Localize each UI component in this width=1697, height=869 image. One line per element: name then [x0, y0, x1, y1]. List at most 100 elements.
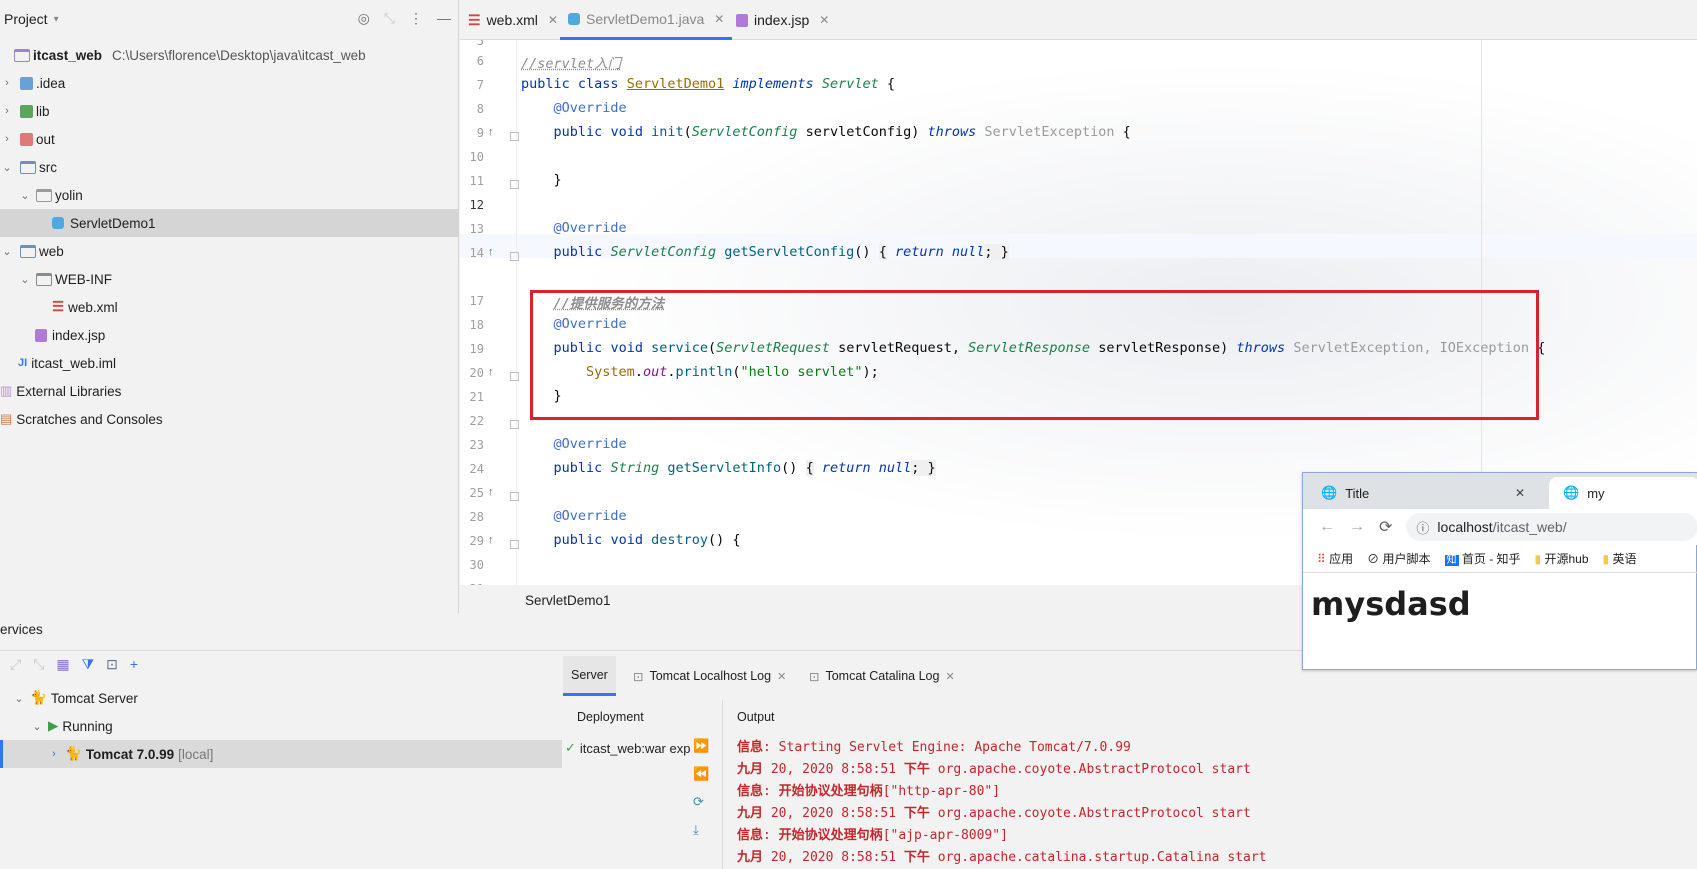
close-icon[interactable]: ✕ — [945, 670, 954, 683]
service-tomcat-server[interactable]: ⌄ 🐈 Tomcat Server — [0, 684, 562, 712]
tab-servletdemo1[interactable]: ServletDemo1.java ✕ — [560, 0, 733, 40]
service-tomcat-instance[interactable]: › 🐈 Tomcat 7.0.99 [local] — [0, 740, 562, 768]
target-icon[interactable]: ◎ — [358, 10, 370, 27]
tree-item-yolin[interactable]: ⌄ yolin — [0, 181, 459, 209]
bookmark-opensource[interactable]: ▮ 开源hub — [1535, 550, 1589, 567]
collapse-all-icon[interactable]: ⤡ — [33, 656, 44, 678]
implements-marker-icon[interactable]: ↑ — [488, 246, 494, 258]
bookmark-english[interactable]: ▮ 英语 — [1603, 550, 1637, 567]
method-name: getServletConfig — [724, 244, 855, 260]
new-tab-icon[interactable]: ⊡ — [106, 656, 118, 678]
bookmark-userscripts[interactable]: ⊘ 用户脚本 — [1367, 550, 1430, 567]
tab-catalina-log[interactable]: ⊡ Tomcat Catalina Log ✕ — [801, 656, 963, 696]
services-title: ervices — [0, 622, 43, 637]
fold-toggle-icon[interactable] — [510, 180, 519, 189]
address-bar[interactable]: ⓘ localhost/itcast_web/ — [1406, 513, 1697, 541]
forward-icon[interactable]: → — [1349, 518, 1365, 536]
tree-item-iml[interactable]: JI itcast_web.iml — [0, 349, 459, 377]
browser-tab-title[interactable]: 🌐 Title ✕ — [1307, 477, 1533, 509]
add-service-icon[interactable]: + — [130, 656, 138, 678]
tab-index-jsp[interactable]: index.jsp ✕ — [728, 0, 837, 40]
bookmark-zhihu[interactable]: 知 首页 - 知乎 — [1444, 550, 1521, 567]
close-icon[interactable]: ✕ — [714, 12, 724, 26]
tree-item-webxml[interactable]: ☰ web.xml — [0, 293, 459, 321]
expand-all-icon[interactable]: ⤢ — [10, 656, 21, 678]
folded-region[interactable]: { — [805, 460, 814, 476]
log-text-cn: 开始协议处理句柄 — [778, 783, 883, 798]
group-by-icon[interactable]: ▦ — [56, 656, 69, 678]
minimize-icon[interactable]: — — [437, 10, 451, 27]
tree-item-out[interactable]: › out — [0, 125, 459, 153]
chevron-down-icon[interactable]: ⌄ — [0, 245, 14, 258]
fold-toggle-icon[interactable] — [510, 372, 519, 381]
tree-item-lib[interactable]: › lib — [0, 97, 459, 125]
filter-icon[interactable]: ⧩ — [82, 656, 95, 678]
tree-item-scratches[interactable]: ▤ Scratches and Consoles — [0, 405, 459, 433]
browser-tab-my[interactable]: 🌐 my — [1549, 477, 1697, 509]
close-icon[interactable]: ✕ — [1515, 486, 1525, 500]
implements-marker-icon[interactable]: ↑ — [488, 126, 494, 138]
fold-toggle-icon[interactable] — [510, 252, 519, 261]
close-icon[interactable]: ✕ — [819, 13, 829, 27]
chevron-down-icon[interactable]: ⌄ — [18, 273, 32, 286]
service-running[interactable]: ⌄ ▶ Running — [0, 712, 562, 740]
folded-region[interactable]: { — [878, 244, 887, 260]
tree-item-servletdemo1[interactable]: ServletDemo1 — [0, 209, 459, 237]
chevron-down-icon[interactable]: ⌄ — [0, 161, 14, 174]
project-panel: Project ▾ ◎ ⤡ ⋮ — itcast_web C:\Users\fl… — [0, 0, 459, 613]
type-name: String — [610, 460, 660, 476]
implements-marker-icon[interactable]: ↑ — [488, 534, 494, 546]
close-icon[interactable]: ✕ — [548, 13, 558, 27]
tree-item-src[interactable]: ⌄ src — [0, 153, 459, 181]
chevron-down-icon[interactable]: ⌄ — [12, 692, 26, 705]
stop-icon[interactable]: ⏪ — [693, 766, 709, 782]
tree-item-idea[interactable]: › .idea — [0, 69, 459, 97]
close-icon[interactable]: ✕ — [777, 670, 786, 683]
fold-toggle-icon[interactable] — [510, 492, 519, 501]
log-text: ["ajp-apr-8009"] — [882, 828, 1008, 843]
implements-marker-icon[interactable]: ↑ — [488, 366, 494, 378]
tree-item-indexjsp[interactable]: index.jsp — [0, 321, 459, 349]
reload-icon[interactable]: ⟳ — [1379, 517, 1392, 537]
collapse-all-icon[interactable]: ⤡ — [384, 10, 395, 27]
tree-item-external-libraries[interactable]: ▥ External Libraries — [0, 377, 459, 405]
tab-server[interactable]: Server — [563, 656, 616, 696]
project-title[interactable]: Project — [4, 11, 48, 27]
bookmark-apps[interactable]: ⠿ 应用 — [1317, 550, 1353, 567]
xml-file-icon: ☰ — [468, 11, 481, 28]
folded-region[interactable]: ; } — [911, 460, 936, 476]
tab-web-xml[interactable]: ☰ web.xml ✕ — [460, 0, 566, 40]
deployment-header: Deployment — [577, 710, 644, 724]
fold-toggle-icon[interactable] — [510, 540, 519, 549]
tree-item-web[interactable]: ⌄ web — [0, 237, 459, 265]
type-name: Servlet — [821, 76, 879, 92]
tab-localhost-log[interactable]: ⊡ Tomcat Localhost Log ✕ — [625, 656, 794, 696]
deploy-icon[interactable]: ⤓ — [693, 822, 709, 838]
tree-item-label: yolin — [55, 187, 83, 203]
chevron-down-icon[interactable]: ▾ — [54, 14, 59, 25]
log-line: 九月 20, 2020 8:58:51 下午 org.apache.coyote… — [737, 758, 1251, 777]
breadcrumb-item[interactable]: ServletDemo1 — [525, 593, 611, 608]
chevron-right-icon[interactable]: › — [47, 748, 61, 760]
output-panel[interactable]: Output 信息: Starting Servlet Engine: Apac… — [725, 700, 1697, 869]
chevron-right-icon[interactable]: › — [0, 77, 14, 89]
run-icon[interactable]: ⏩ — [693, 738, 709, 754]
more-options-icon[interactable]: ⋮ — [409, 10, 423, 27]
folded-region[interactable]: ; } — [984, 244, 1009, 260]
refresh-icon[interactable]: ⟳ — [693, 794, 709, 810]
fold-toggle-icon[interactable] — [510, 420, 519, 429]
tree-root[interactable]: itcast_web C:\Users\florence\Desktop\jav… — [0, 41, 459, 69]
chevron-right-icon[interactable]: › — [0, 105, 14, 117]
deployment-item[interactable]: ✓ itcast_web:war exp — [565, 740, 690, 756]
line-number: 30 — [469, 558, 484, 572]
tree-item-webinf[interactable]: ⌄ WEB-INF — [0, 265, 459, 293]
bookmark-label: 首页 - 知乎 — [1461, 552, 1521, 566]
chevron-down-icon[interactable]: ⌄ — [30, 720, 44, 733]
log-text: 20, 2020 8:58:51 — [763, 762, 904, 777]
fold-toggle-icon[interactable] — [510, 132, 519, 141]
back-icon[interactable]: ← — [1319, 518, 1335, 536]
implements-marker-icon[interactable]: ↑ — [488, 486, 494, 498]
folder-icon — [20, 76, 33, 90]
chevron-right-icon[interactable]: › — [0, 133, 14, 145]
chevron-down-icon[interactable]: ⌄ — [18, 189, 32, 202]
